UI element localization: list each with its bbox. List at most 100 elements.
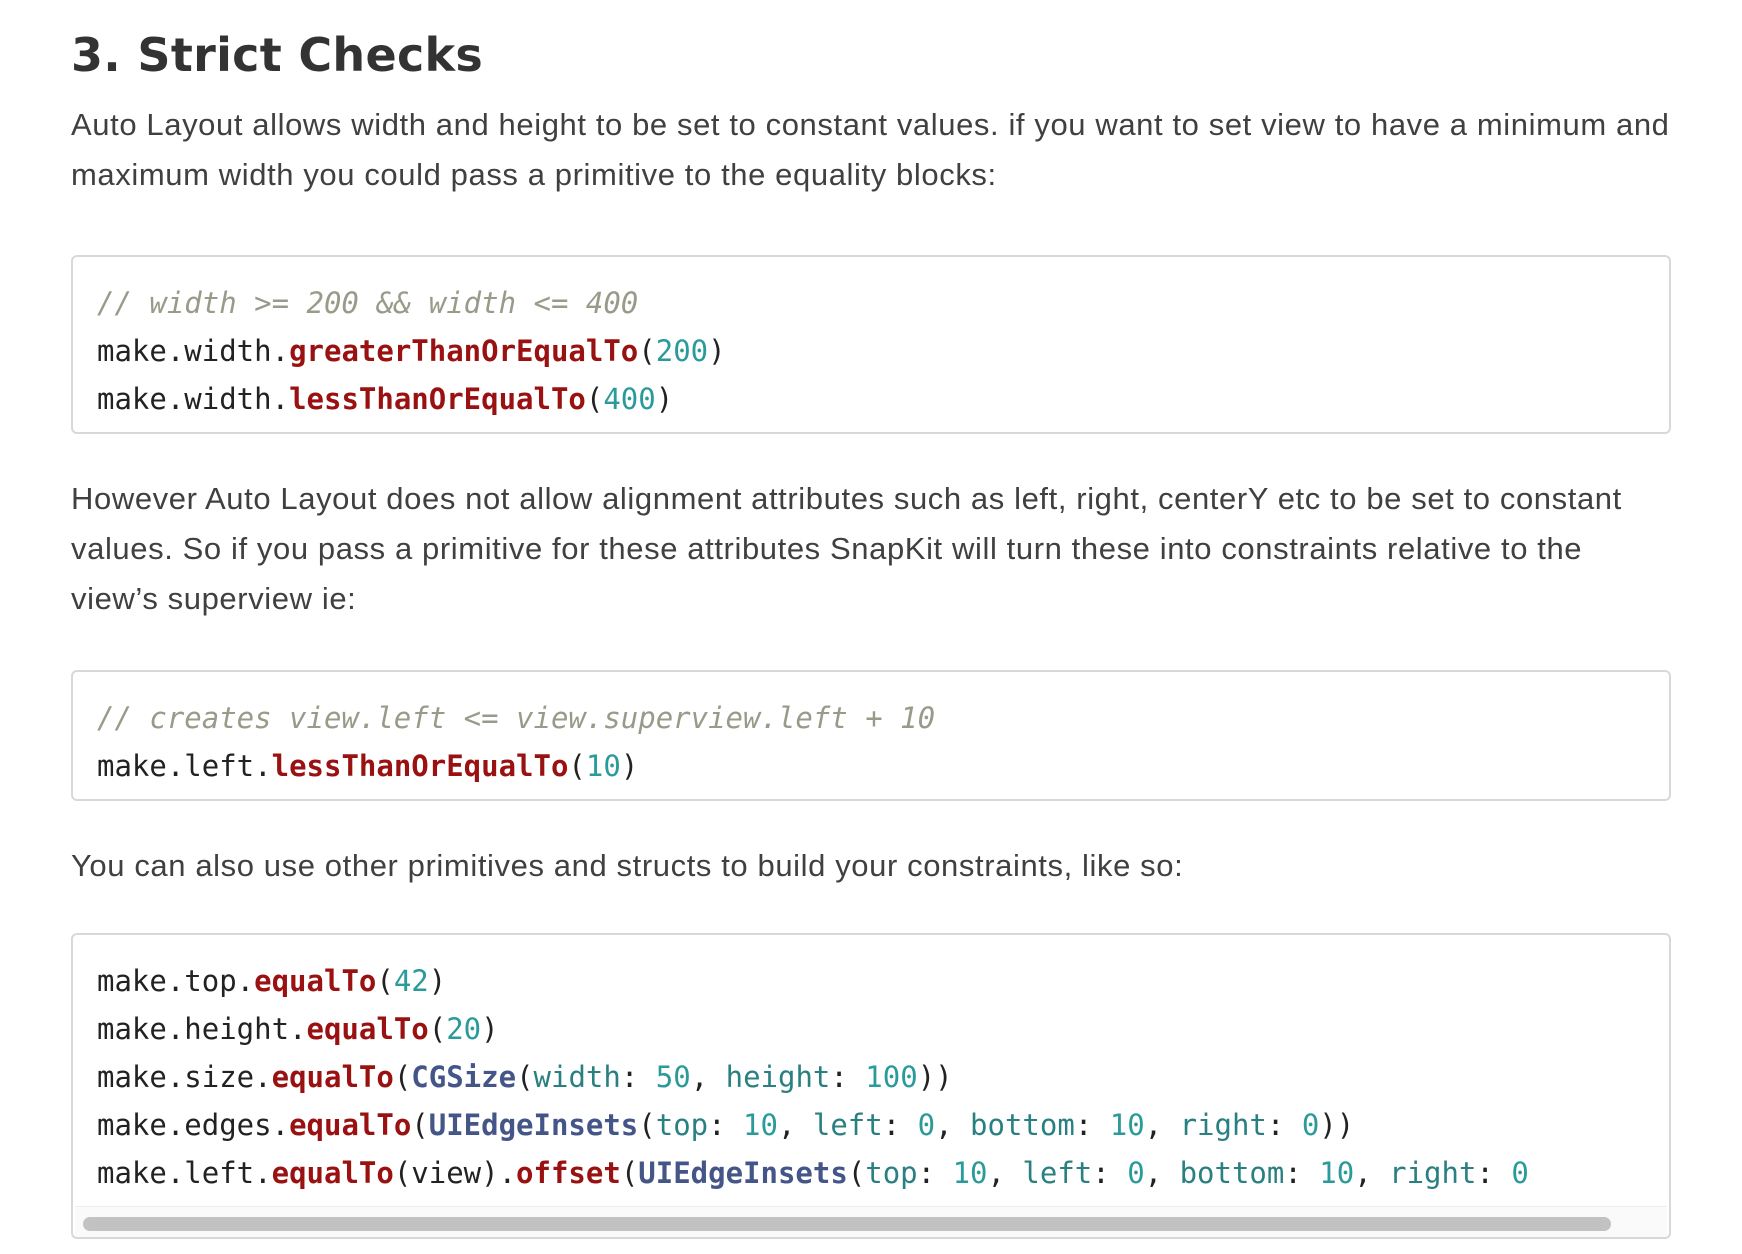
code-token-fn: equalTo: [271, 1156, 394, 1190]
code-block-left-constraint[interactable]: // creates view.left <= view.superview.l…: [71, 670, 1671, 801]
code-token-plain: (: [376, 964, 394, 998]
paragraph-alignment: However Auto Layout does not allow align…: [71, 481, 1622, 616]
code-token-plain: ,: [690, 1060, 726, 1094]
code-token-label: top: [865, 1156, 918, 1190]
code-token-plain: make.width.: [97, 334, 290, 368]
code-line: // width >= 200 && width <= 400: [97, 279, 1669, 327]
code-line: make.width.greaterThanOrEqualTo(200): [97, 327, 1669, 375]
code-token-num: 42: [393, 964, 429, 998]
code-token-type: CGSize: [411, 1060, 517, 1094]
code-token-label: left: [1022, 1156, 1093, 1190]
code-token-plain: (: [393, 1060, 412, 1094]
code-token-plain: make.size.: [97, 1060, 272, 1094]
code-token-num: 10: [952, 1156, 988, 1190]
code-token-plain: ): [481, 1012, 499, 1046]
code-token-plain: :: [1092, 1156, 1128, 1190]
code-token-plain: ): [620, 749, 639, 783]
code-token-plain: (: [411, 1108, 429, 1142]
code-line: // creates view.left <= view.superview.l…: [97, 694, 1669, 742]
code-token-type: UIEdgeInsets: [638, 1156, 848, 1190]
code-token-plain: (view).: [393, 1156, 517, 1190]
code-token-num: 10: [743, 1108, 778, 1142]
code-token-plain: ,: [1354, 1156, 1390, 1190]
code-token-plain: make.left.: [97, 1156, 272, 1190]
code-token-label: bottom: [970, 1108, 1075, 1142]
code-token-plain: :: [882, 1108, 918, 1142]
code-line: make.left.lessThanOrEqualTo(10): [97, 742, 1669, 790]
code-token-plain: (: [516, 1060, 534, 1094]
code-content: make.top.equalTo(42) make.height.equalTo(…: [73, 935, 1669, 1197]
code-token-type: UIEdgeInsets: [428, 1108, 639, 1142]
code-token-fn: equalTo: [271, 1060, 394, 1094]
code-token-plain: (: [568, 749, 586, 783]
code-token-num: 400: [603, 382, 656, 416]
code-line: make.size.equalTo(CGSize(width: 50, heig…: [97, 1053, 1669, 1101]
code-token-plain: (: [620, 1156, 639, 1190]
code-token-comment: // creates view.left <= view.superview.l…: [97, 701, 936, 735]
code-token-label: right: [1179, 1108, 1267, 1142]
code-line: make.edges.equalTo(UIEdgeInsets(top: 10,…: [97, 1101, 1669, 1149]
code-token-label: top: [655, 1108, 709, 1142]
code-token-plain: :: [830, 1060, 866, 1094]
code-token-plain: (: [585, 382, 604, 416]
code-token-plain: ,: [777, 1108, 813, 1142]
code-token-plain: :: [1074, 1108, 1110, 1142]
code-token-plain: )): [917, 1060, 953, 1094]
code-token-num: 0: [1301, 1108, 1320, 1142]
code-token-label: width: [533, 1060, 621, 1094]
code-block-structs[interactable]: make.top.equalTo(42) make.height.equalTo(…: [71, 933, 1671, 1239]
paragraph-intro: Auto Layout allows width and height to b…: [71, 107, 1670, 192]
code-token-plain: (: [847, 1156, 866, 1190]
code-content: // width >= 200 && width <= 400 make.widt…: [73, 257, 1669, 423]
code-token-plain: make.left.: [97, 749, 272, 783]
code-token-plain: :: [1266, 1108, 1302, 1142]
code-token-plain: make.edges.: [97, 1108, 290, 1142]
code-token-label: height: [725, 1060, 831, 1094]
code-token-plain: )): [1319, 1108, 1355, 1142]
code-token-plain: :: [708, 1108, 744, 1142]
code-token-num: 100: [865, 1060, 918, 1094]
code-token-plain: ): [708, 334, 726, 368]
code-token-fn: greaterThanOrEqualTo: [289, 334, 639, 368]
code-line: make.height.equalTo(20): [97, 1005, 1669, 1053]
code-token-plain: ,: [1144, 1108, 1180, 1142]
scrollbar-thumb[interactable]: [83, 1217, 1611, 1231]
code-token-fn: lessThanOrEqualTo: [289, 382, 586, 416]
code-token-label: right: [1389, 1156, 1477, 1190]
code-token-plain: ): [655, 382, 674, 416]
code-token-num: 0: [1511, 1156, 1529, 1190]
code-token-plain: ,: [987, 1156, 1023, 1190]
code-token-num: 10: [1319, 1156, 1355, 1190]
code-token-num: 0: [1127, 1156, 1145, 1190]
code-token-plain: make.top.: [97, 964, 255, 998]
code-token-plain: ,: [935, 1108, 971, 1142]
code-token-fn: offset: [516, 1156, 621, 1190]
code-token-label: bottom: [1179, 1156, 1285, 1190]
code-token-plain: (: [428, 1012, 447, 1046]
code-token-plain: :: [1476, 1156, 1512, 1190]
code-token-plain: (: [638, 334, 656, 368]
code-token-label: left: [812, 1108, 883, 1142]
code-token-fn: equalTo: [254, 964, 377, 998]
code-token-plain: :: [620, 1060, 656, 1094]
code-token-fn: equalTo: [306, 1012, 429, 1046]
code-token-num: 200: [655, 334, 709, 368]
code-block-width-range[interactable]: // width >= 200 && width <= 400 make.widt…: [71, 255, 1671, 434]
code-content: // creates view.left <= view.superview.l…: [73, 672, 1669, 790]
code-token-plain: ,: [1144, 1156, 1180, 1190]
code-token-plain: :: [1284, 1156, 1320, 1190]
code-token-plain: make.height.: [97, 1012, 307, 1046]
code-line: make.top.equalTo(42): [97, 957, 1669, 1005]
code-token-fn: equalTo: [289, 1108, 412, 1142]
paragraph-primitives: You can also use other primitives and st…: [71, 848, 1184, 883]
code-line: make.left.equalTo(view).offset(UIEdgeIns…: [97, 1149, 1669, 1197]
horizontal-scrollbar[interactable]: [75, 1206, 1667, 1237]
code-token-num: 0: [917, 1108, 936, 1142]
code-token-plain: (: [638, 1108, 656, 1142]
code-token-num: 10: [585, 749, 621, 783]
code-line: make.width.lessThanOrEqualTo(400): [97, 375, 1669, 423]
code-token-plain: make.width.: [97, 382, 290, 416]
code-token-num: 50: [655, 1060, 691, 1094]
code-token-comment: // width >= 200 && width <= 400: [97, 286, 639, 320]
code-token-fn: lessThanOrEqualTo: [271, 749, 569, 783]
